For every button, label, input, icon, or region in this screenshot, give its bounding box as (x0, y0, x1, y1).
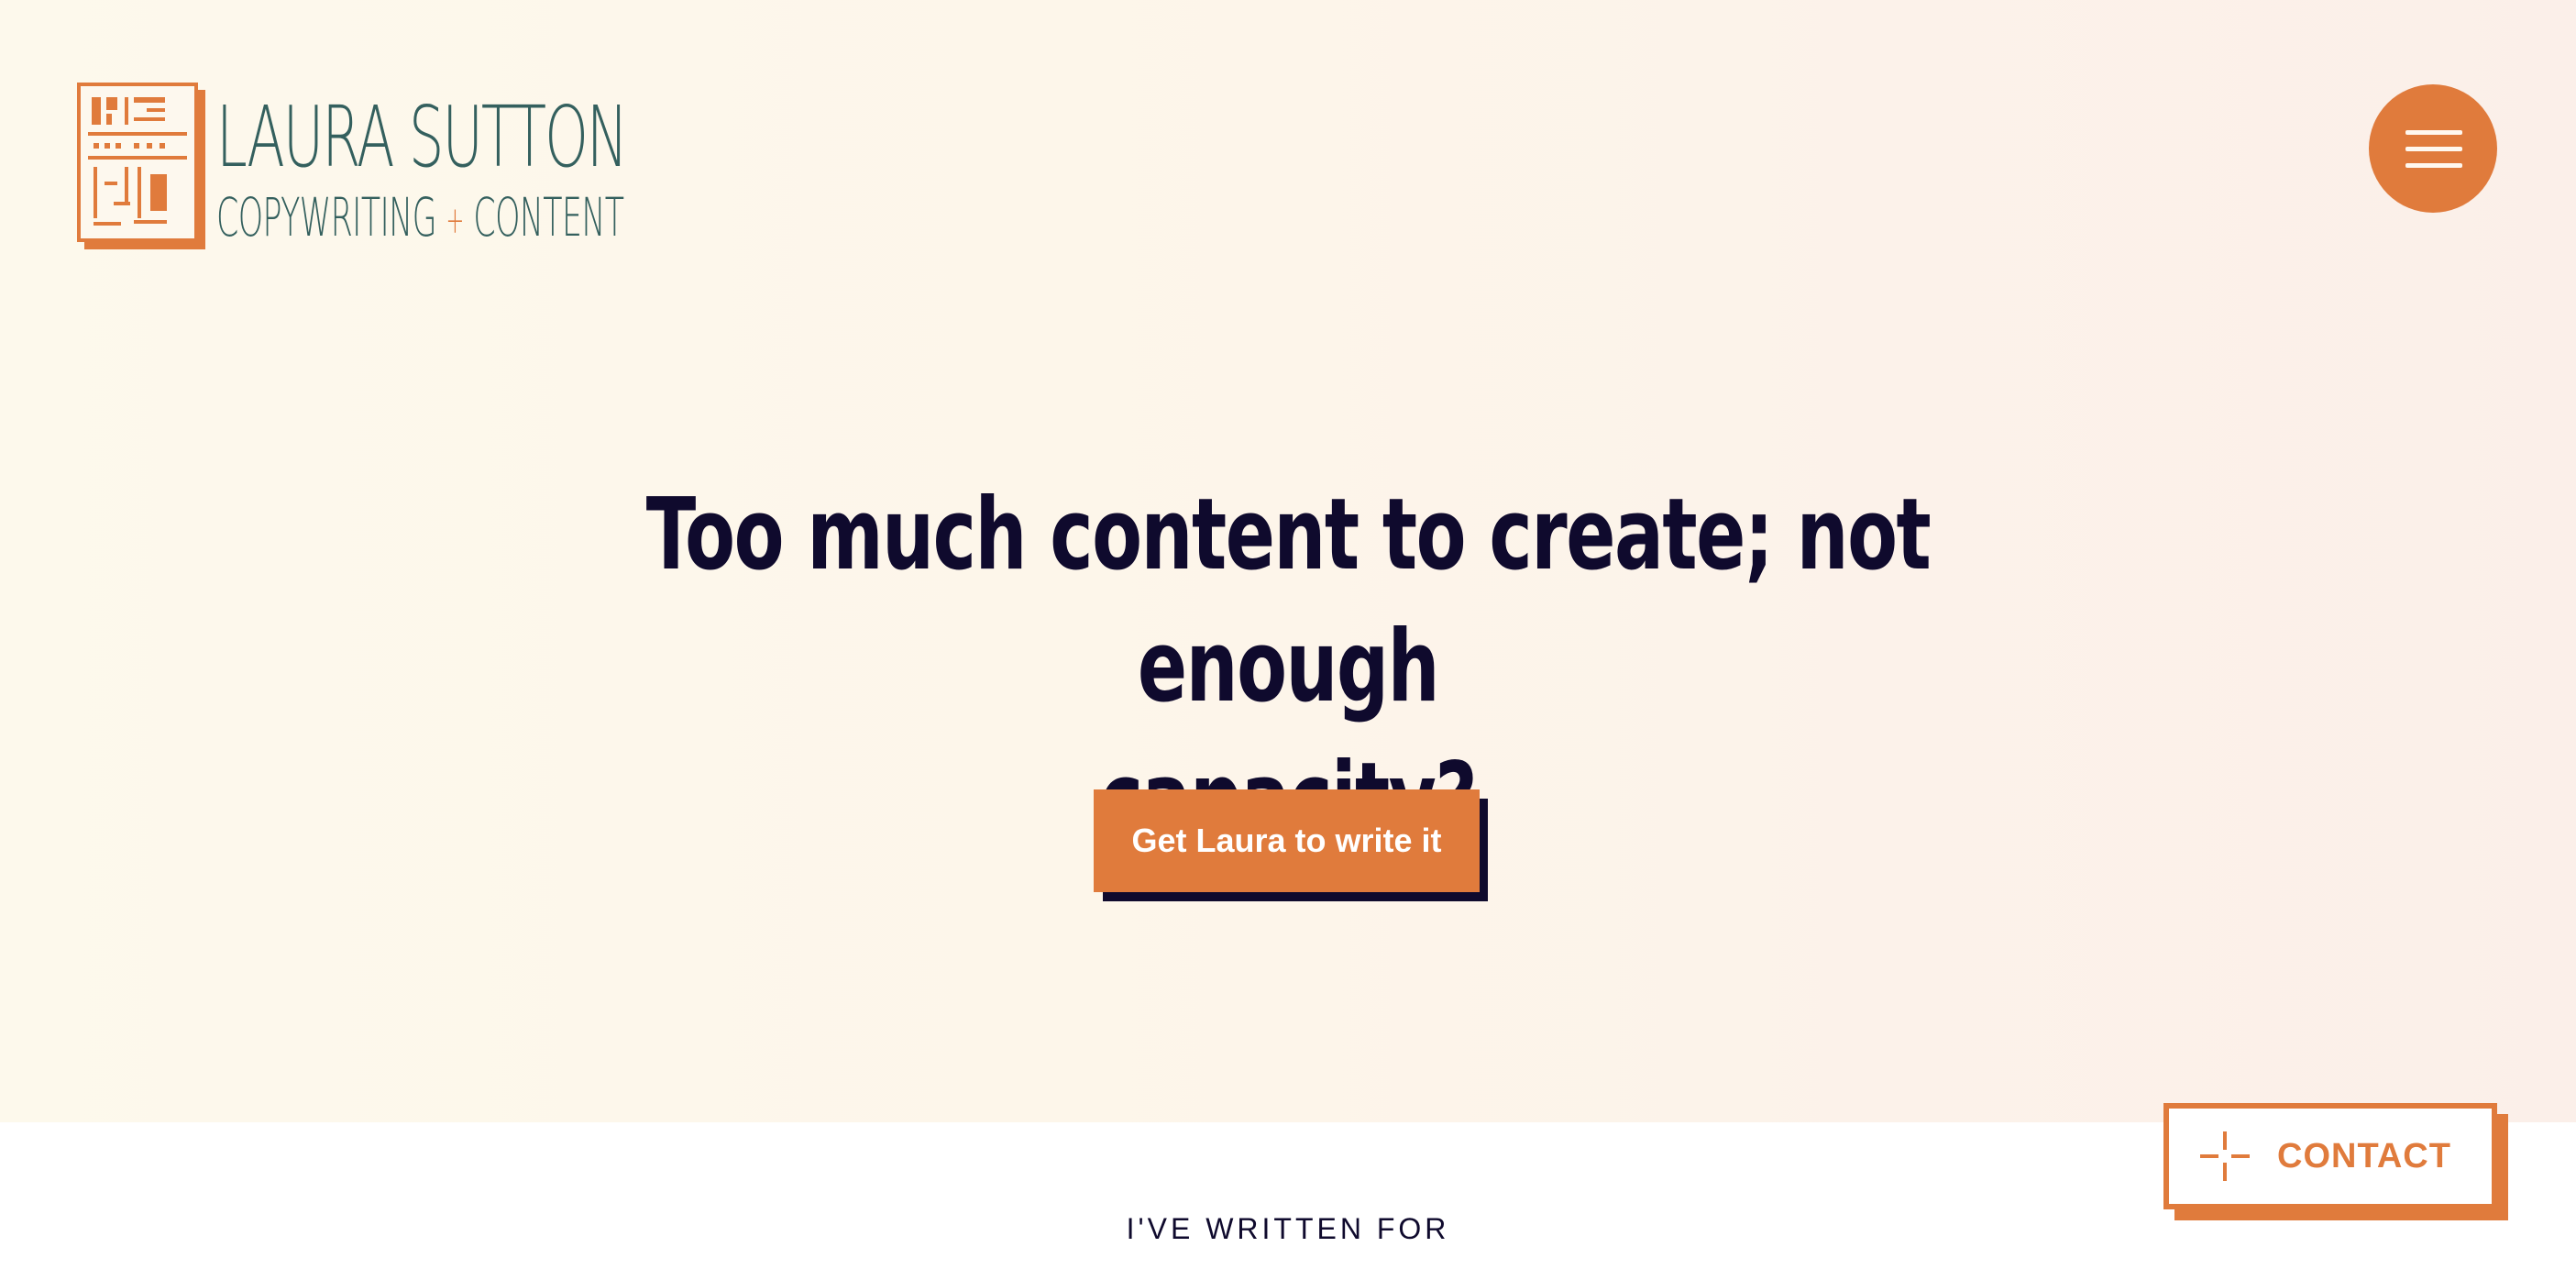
headline-line-1: Too much content to create; not enough (645, 478, 1932, 724)
hamburger-icon-bar (2405, 163, 2462, 168)
hero-section: LAURA SUTTON COPYWRITING + CONTENT Too m… (0, 0, 2576, 1122)
brand-name: LAURA SUTTON (216, 88, 628, 186)
crosshair-plus-icon (2200, 1131, 2250, 1181)
brand-logo[interactable]: LAURA SUTTON COPYWRITING + CONTENT (77, 83, 896, 249)
logo-grid-icon (88, 97, 187, 226)
logo-wordmark: LAURA SUTTON COPYWRITING + CONTENT (216, 95, 896, 248)
hamburger-icon-bar (2405, 147, 2462, 151)
get-laura-button[interactable]: Get Laura to write it (1094, 789, 1480, 892)
contact-label: CONTACT (2277, 1136, 2451, 1175)
contact-button[interactable]: CONTACT (2163, 1103, 2497, 1209)
tagline-left: COPYWRITING (216, 186, 437, 248)
menu-button[interactable] (2369, 84, 2497, 213)
contact-container: CONTACT (2163, 1103, 2508, 1220)
logo-mark-icon (77, 83, 205, 249)
brand-tagline: COPYWRITING + CONTENT (216, 191, 624, 248)
hamburger-icon (2405, 130, 2462, 135)
cta-container: Get Laura to write it (1094, 789, 1488, 903)
tagline-right: CONTENT (473, 186, 624, 248)
clients-heading: I'VE WRITTEN FOR (1126, 1212, 1450, 1245)
tagline-separator: + (446, 200, 464, 242)
